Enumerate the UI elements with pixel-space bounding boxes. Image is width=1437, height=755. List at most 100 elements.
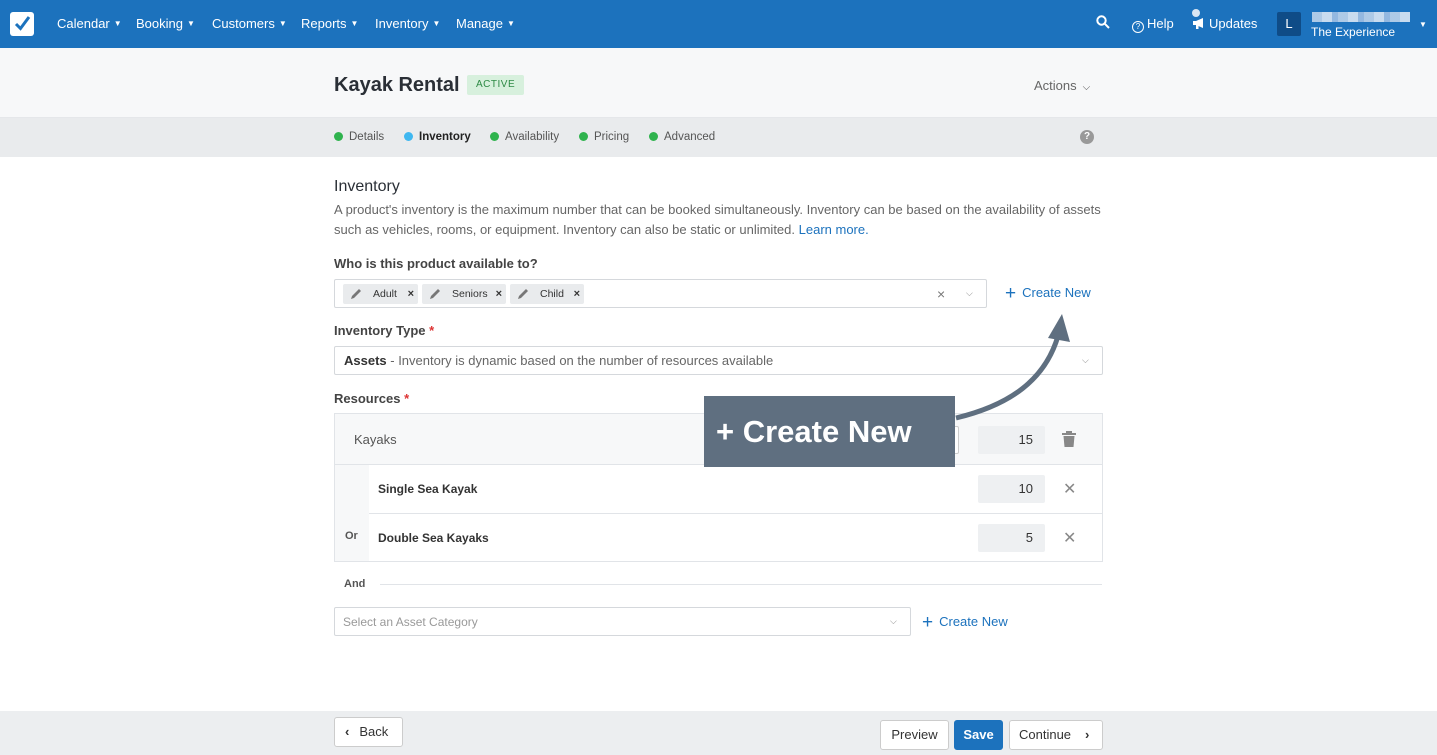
asset-category-select[interactable]: Select an Asset Category ⌵ (334, 607, 911, 636)
pencil-icon (516, 287, 530, 308)
caret-down-icon: ▼ (350, 19, 359, 28)
step-availability[interactable]: Availability (490, 131, 559, 143)
account-caret-down-icon[interactable]: ▼ (1419, 20, 1427, 29)
nav-manage[interactable]: Manage ▼ (456, 16, 515, 31)
help-label: Help (1147, 16, 1174, 31)
step-advanced-label: Advanced (664, 131, 716, 143)
resource-row-name: Single Sea Kayak (378, 482, 478, 496)
table-row: Single Sea Kayak 10 ✕ (369, 465, 1102, 513)
search-icon[interactable] (1096, 15, 1110, 32)
resource-group-total[interactable]: 15 (978, 426, 1045, 454)
tag-seniors: Seniors × (422, 284, 506, 304)
help-link[interactable]: ? Help (1132, 16, 1174, 33)
top-nav: Calendar ▼ Booking ▼ Customers ▼ Reports ▼ I… (0, 0, 1437, 48)
step-pricing[interactable]: Pricing (579, 131, 629, 143)
app-logo-checkmark-icon[interactable] (10, 12, 34, 36)
wizard-steps: Details Inventory Availability Pricing A… (0, 118, 1437, 157)
inventory-type-strong: Assets (344, 353, 387, 368)
resource-row-qty[interactable]: 5 (978, 524, 1045, 552)
create-new-label: Create New (1022, 285, 1091, 300)
page-title: Kayak Rental (334, 74, 460, 96)
back-label: Back (359, 724, 389, 739)
create-new-label: Create New (939, 614, 1008, 629)
or-label: Or (345, 530, 358, 542)
trash-icon[interactable] (1061, 430, 1077, 451)
preview-button[interactable]: Preview (880, 720, 949, 750)
chevron-down-icon: ⌵ (1082, 355, 1089, 365)
create-new-callout-overlay: + Create New (704, 396, 955, 467)
step-inventory-label: Inventory (419, 131, 471, 143)
remove-row-close-icon[interactable]: ✕ (1063, 479, 1076, 499)
actions-dropdown[interactable]: Actions ⌵ (1034, 78, 1090, 93)
nav-customers-label: Customers (212, 16, 275, 31)
required-asterisk: * (404, 391, 410, 406)
step-availability-label: Availability (505, 131, 560, 143)
status-dot-icon (649, 132, 658, 141)
remove-tag-icon[interactable]: × (408, 284, 414, 304)
nav-calendar[interactable]: Calendar ▼ (57, 16, 122, 31)
step-details-label: Details (349, 131, 385, 143)
redacted-account-info (1312, 12, 1410, 22)
nav-manage-label: Manage (456, 16, 503, 31)
section-title: Inventory (334, 178, 400, 195)
continue-button[interactable]: Continue › (1009, 720, 1103, 750)
step-pricing-label: Pricing (594, 131, 630, 143)
nav-booking-label: Booking (136, 16, 183, 31)
inventory-type-value: Assets - Inventory is dynamic based on t… (344, 353, 773, 368)
resource-group-name: Kayaks (354, 432, 397, 447)
status-dot-icon (490, 132, 499, 141)
remove-tag-icon[interactable]: × (574, 284, 580, 304)
status-dot-icon (404, 132, 413, 141)
updates-link[interactable]: Updates (1192, 16, 1257, 33)
status-badge: ACTIVE (467, 75, 525, 95)
nav-reports[interactable]: Reports ▼ (301, 16, 358, 31)
resources-label-text: Resources (334, 391, 401, 406)
resource-row-name: Double Sea Kayaks (378, 531, 489, 545)
step-advanced[interactable]: Advanced (649, 131, 715, 143)
save-button[interactable]: Save (954, 720, 1003, 750)
availability-label: Who is this product available to? (334, 256, 538, 271)
megaphone-icon (1192, 17, 1206, 33)
step-inventory[interactable]: Inventory (404, 131, 471, 143)
pencil-icon (428, 287, 442, 308)
step-details[interactable]: Details (334, 131, 384, 143)
resource-row-qty[interactable]: 10 (978, 475, 1045, 503)
chevron-down-icon[interactable]: ⌵ (966, 288, 973, 299)
caret-down-icon: ▼ (278, 19, 287, 28)
chevron-down-icon: ⌵ (890, 616, 897, 626)
caret-down-icon: ▼ (432, 19, 441, 28)
tag-label: Adult (373, 288, 397, 300)
pencil-icon (349, 287, 363, 308)
tag-child: Child × (510, 284, 584, 304)
nav-booking[interactable]: Booking ▼ (136, 16, 195, 31)
remove-tag-icon[interactable]: × (496, 284, 502, 304)
caret-down-icon: ▼ (506, 19, 515, 28)
remove-row-close-icon[interactable]: ✕ (1063, 528, 1076, 548)
caret-down-icon: ▼ (113, 19, 122, 28)
nav-inventory[interactable]: Inventory ▼ (375, 16, 440, 31)
section-description: A product's inventory is the maximum num… (334, 200, 1104, 240)
asset-category-placeholder: Select an Asset Category (343, 615, 478, 629)
caret-down-icon: ▼ (186, 19, 195, 28)
tag-adult: Adult × (343, 284, 418, 304)
nav-reports-label: Reports (301, 16, 347, 31)
status-dot-icon (579, 132, 588, 141)
curved-arrow-icon (955, 314, 1070, 421)
availability-multiselect[interactable]: Adult × Seniors × Child × ⌵ (334, 279, 987, 308)
nav-inventory-label: Inventory (375, 16, 429, 31)
inventory-type-label: Inventory Type * (334, 323, 434, 338)
avatar[interactable]: L (1277, 12, 1301, 36)
continue-label: Continue (1019, 727, 1072, 742)
table-row: Double Sea Kayaks 5 ✕ (369, 514, 1102, 562)
chevron-right-icon: › (1085, 727, 1090, 742)
and-divider (380, 584, 1102, 585)
help-circle-icon: ? (1132, 21, 1144, 33)
nav-customers[interactable]: Customers ▼ (212, 16, 287, 31)
create-new-asset-button[interactable]: + Create New (922, 612, 1008, 634)
nav-calendar-label: Calendar (57, 16, 110, 31)
learn-more-link[interactable]: Learn more. (799, 222, 869, 237)
question-mark-icon[interactable]: ? (1080, 130, 1094, 144)
plus-icon: + (922, 612, 934, 633)
account-name[interactable]: The Experience (1311, 25, 1395, 39)
back-button[interactable]: ‹ Back (334, 717, 403, 747)
